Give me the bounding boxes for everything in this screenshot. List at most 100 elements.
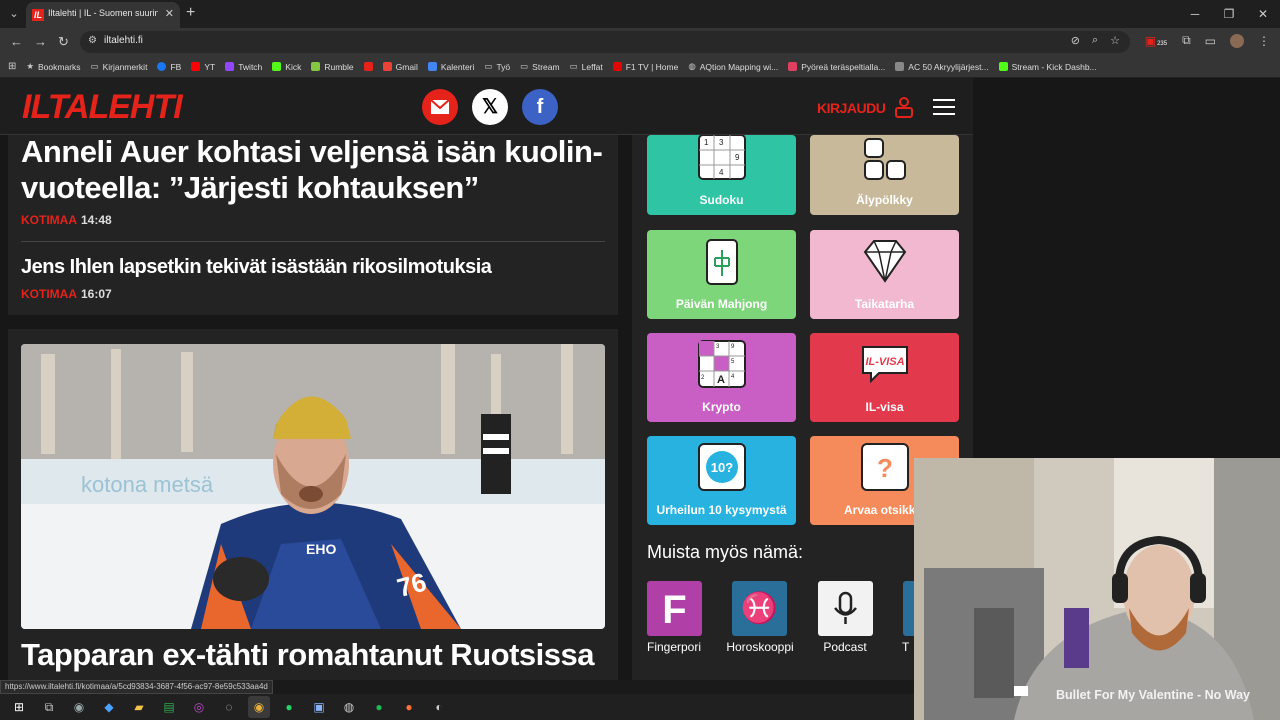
article-category[interactable]: KOTIMAA	[21, 213, 77, 227]
bookmark-3[interactable]: YT	[191, 62, 215, 72]
firefox-icon[interactable]: ●	[398, 696, 420, 718]
chrome-menu-icon[interactable]: ⋮	[1258, 34, 1270, 48]
extension-icon[interactable]: ▣235	[1145, 34, 1169, 48]
bookmark-14[interactable]: ◍ AQtion Mapping wi...	[688, 61, 778, 72]
game-tile-sudoku[interactable]: 1 3 9 4 Sudoku	[647, 135, 796, 215]
profile-avatar[interactable]	[1230, 33, 1244, 48]
sudoku-digit: 1	[704, 138, 709, 147]
bookmark-13[interactable]: F1 TV | Home	[612, 62, 678, 72]
site-logo[interactable]: ILTALEHTI	[22, 88, 183, 127]
restore-icon[interactable]: ❐	[1212, 0, 1246, 28]
bookmark-11[interactable]: ▭ Stream	[520, 61, 559, 72]
bookmark-8[interactable]: Gmail	[382, 62, 418, 72]
podcast-tile[interactable]	[818, 581, 873, 636]
bookmark-2[interactable]: FB	[157, 62, 181, 72]
bookmark-7[interactable]	[363, 62, 373, 71]
muista-label[interactable]: Fingerpori	[634, 640, 714, 654]
bookmark-17[interactable]: Stream - Kick Dashb...	[998, 61, 1097, 72]
bookmark-label: Leffat	[581, 61, 603, 72]
tracking-icon[interactable]: ⊘	[1071, 34, 1080, 47]
bookmark-label: Rumble	[324, 61, 354, 72]
article-title[interactable]: Jens Ihlen lapsetkin tekivät isästään ri…	[21, 255, 611, 279]
game-tile-krypto[interactable]: 3952A4 Krypto	[647, 333, 796, 422]
fingerpori-icon: F	[662, 588, 687, 632]
minimize-icon[interactable]: ─	[1178, 0, 1212, 28]
featured-article-card[interactable]: kotona metsä 76 EHO Tapparan ex-tähti ro…	[8, 329, 618, 680]
taskbar: ⊞ ⧉ ◉ ◆ ▰ ▤ ◎ ◌ ◉ ● ▣ ◍ ● ● ◐	[0, 694, 914, 720]
article-title[interactable]: Tapparan ex-tähti romahtanut Ruotsissa	[21, 637, 611, 673]
blocks-icon	[863, 138, 906, 180]
zoom-icon[interactable]: ⌕	[1092, 34, 1098, 47]
bookmark-9[interactable]: Kalenteri	[427, 62, 474, 72]
site-info-icon[interactable]: ⚙	[88, 35, 97, 46]
bookmark-label: AQtion Mapping wi...	[699, 61, 779, 72]
bookmark-label: FB	[170, 61, 182, 72]
bookmark-6[interactable]: Rumble	[311, 61, 354, 72]
gmail-icon	[382, 62, 392, 71]
chrome-icon[interactable]: ◉	[248, 696, 270, 718]
news-list-card: Anneli Auer kohtasi veljensä isän kuolin…	[8, 134, 618, 315]
folder-icon: ▭	[569, 61, 578, 71]
new-tab-icon[interactable]: +	[186, 4, 195, 22]
muista-label[interactable]: Horoskooppi	[720, 640, 800, 654]
app-icon[interactable]: ▣	[308, 696, 330, 718]
muista-heading: Muista myös nämä:	[647, 542, 804, 562]
bookmark-10[interactable]: ▭ Työ	[484, 61, 510, 72]
article-photo[interactable]: kotona metsä 76 EHO	[21, 344, 605, 629]
bookmark-label: Pyöreä teräspeltialla...	[801, 61, 886, 72]
muista-label[interactable]: Podcast	[805, 640, 885, 654]
apps-grid-icon[interactable]: ⊞	[8, 61, 16, 72]
game-label: Älypölkky	[856, 193, 913, 207]
app-icon[interactable]: ◆	[98, 696, 120, 718]
fingerpori-tile[interactable]: F	[647, 581, 702, 636]
bookmark-label: Stream - Kick Dashb...	[1011, 61, 1097, 72]
windows-start-icon[interactable]: ⊞	[8, 696, 30, 718]
tab-close-icon[interactable]: ✕	[165, 7, 174, 20]
app-icon[interactable]: ◍	[338, 696, 360, 718]
bookmarks-bar: ⊞ ★ Bookmarks ▭ Kirjanmerkit FB YT Twitch …	[0, 56, 1280, 78]
reload-icon[interactable]: ↻	[58, 34, 69, 50]
article-category[interactable]: KOTIMAA	[21, 287, 77, 301]
window-close-icon[interactable]: ✕	[1246, 0, 1280, 28]
facebook-share-icon[interactable]: f	[522, 89, 558, 125]
app-icon[interactable]: ◉	[68, 696, 90, 718]
bookmark-1[interactable]: ▭ Kirjanmerkit	[91, 61, 148, 72]
bookmark-15[interactable]: Pyöreä teräspeltialla...	[788, 62, 885, 72]
forward-icon[interactable]: →	[34, 34, 47, 49]
extensions-puzzle-icon[interactable]: ⧉	[1182, 33, 1191, 48]
game-tile-taikatarha[interactable]: Taikatarha	[810, 230, 959, 319]
horoskooppi-tile[interactable]: ♓	[732, 581, 787, 636]
twitch-icon	[225, 62, 235, 71]
bookmark-4[interactable]: Twitch	[225, 62, 262, 72]
x-share-icon[interactable]: 𝕏	[472, 89, 508, 125]
bookmark-5[interactable]: Kick	[272, 62, 301, 72]
login-link[interactable]: KIRJAUDU	[817, 100, 886, 116]
email-share-icon[interactable]	[422, 89, 458, 125]
app-icon[interactable]: ▤	[158, 696, 180, 718]
address-bar[interactable]: ⚙ iltalehti.fi ⊘ ⌕ ☆	[80, 31, 1130, 53]
bookmark-12[interactable]: ▭ Leffat	[570, 61, 603, 72]
game-tile-urheilun-10[interactable]: 10? Urheilun 10 kysymystä	[647, 436, 796, 525]
file-explorer-icon[interactable]: ▰	[128, 696, 150, 718]
task-view-icon[interactable]: ⧉	[38, 696, 60, 718]
app-icon[interactable]: ◎	[188, 696, 210, 718]
game-tile-il-visa[interactable]: IL-VISA IL-visa	[810, 333, 959, 422]
bookmark-16[interactable]: AC 50 Akryylijärjest...	[895, 62, 989, 72]
status-bar-url: https://www.iltalehti.fi/kotimaa/a/5cd93…	[0, 680, 273, 694]
game-label: IL-visa	[865, 400, 904, 414]
back-icon[interactable]: ←	[10, 34, 23, 49]
cast-icon[interactable]: ▭	[1205, 34, 1216, 48]
browser-tab[interactable]: IL Iltalehti | IL - Suomen suurin uu ✕	[26, 2, 180, 28]
game-tile-mahjong[interactable]: Päivän Mahjong	[647, 230, 796, 319]
app-icon[interactable]: ◌	[218, 696, 240, 718]
hamburger-menu-icon[interactable]	[933, 99, 955, 115]
tab-search-icon[interactable]: ⌄	[4, 4, 24, 24]
bookmark-0[interactable]: ★ Bookmarks	[26, 61, 80, 72]
user-lock-icon[interactable]	[894, 96, 914, 118]
game-tile-alypolkky[interactable]: Älypölkky	[810, 135, 959, 215]
spotify-icon[interactable]: ●	[368, 696, 390, 718]
app-icon[interactable]: ◐	[428, 696, 450, 718]
whatsapp-icon[interactable]: ●	[278, 696, 300, 718]
bookmark-star-icon[interactable]: ☆	[1110, 34, 1120, 47]
article-title[interactable]: Anneli Auer kohtasi veljensä isän kuolin…	[21, 134, 611, 206]
